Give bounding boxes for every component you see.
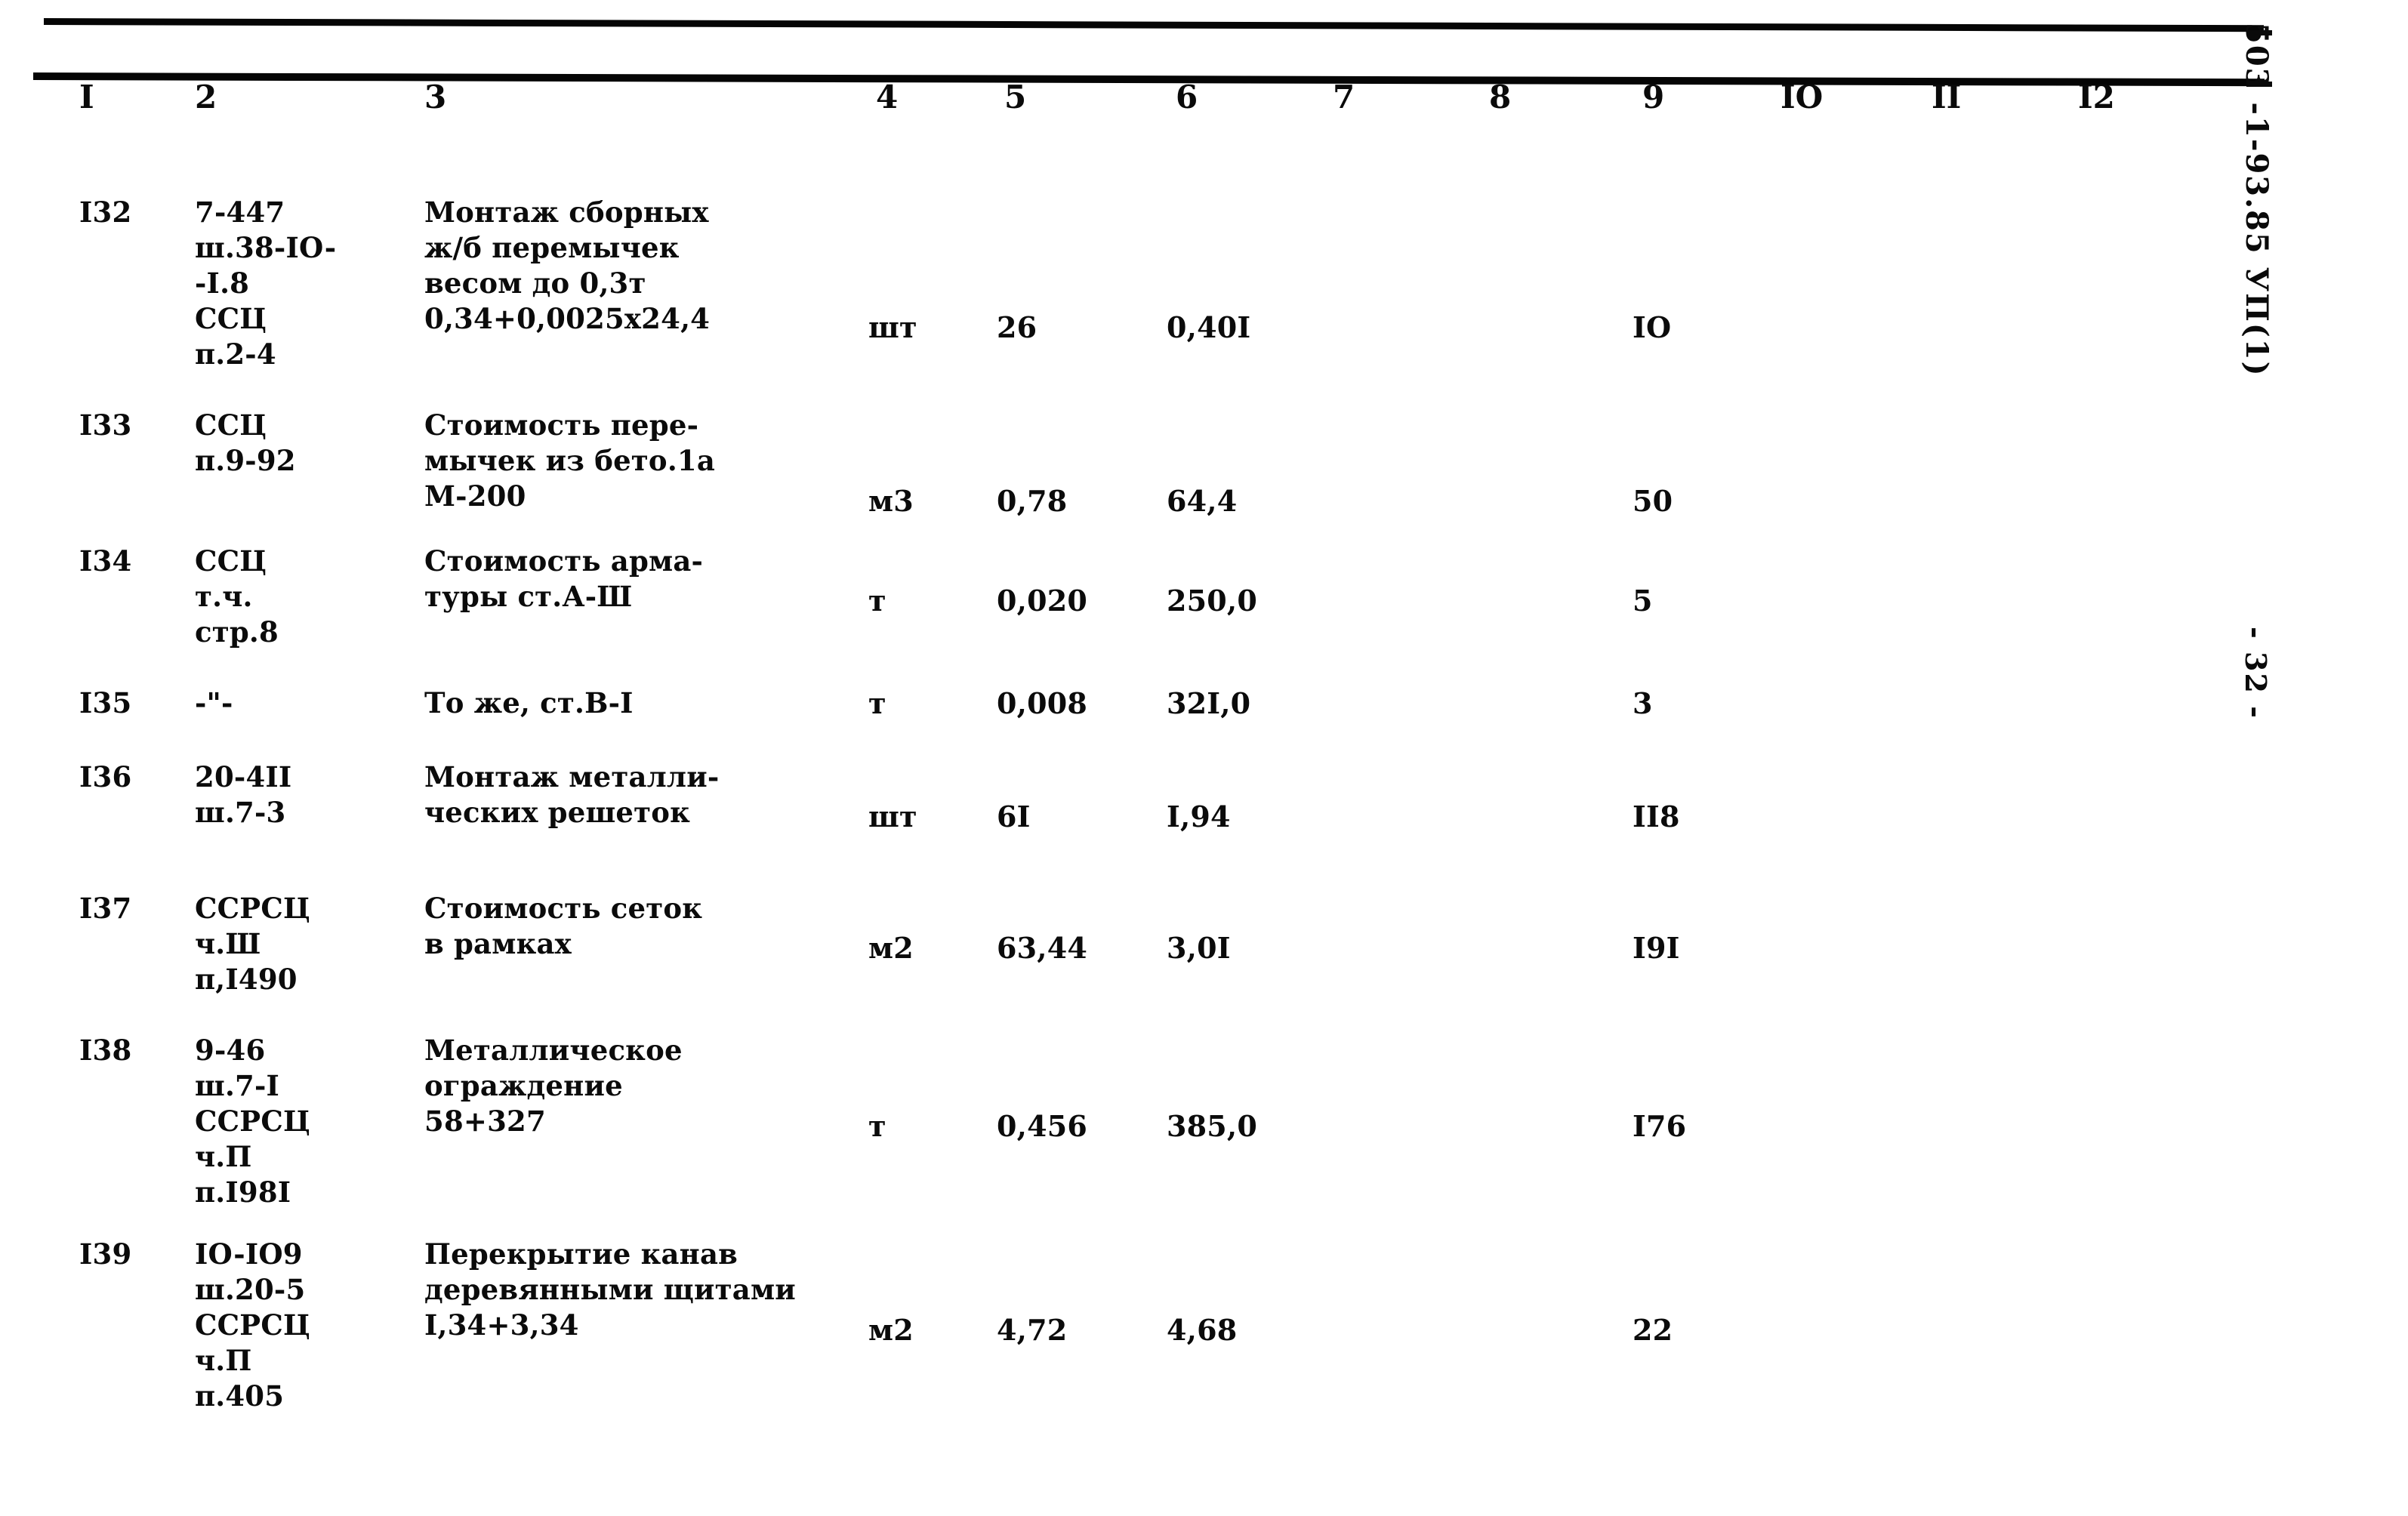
total-cost: 50 — [1633, 484, 1673, 518]
work-description: Монтаж металли- ческих решеток — [424, 760, 720, 829]
quantity: 0,020 — [997, 584, 1087, 618]
row-number: I36 — [79, 760, 132, 793]
unit-price: 250,0 — [1167, 584, 1257, 618]
total-cost: 5 — [1633, 584, 1653, 618]
work-description: Стоимость пере- мычек из бето.1а М-200 — [424, 408, 716, 513]
unit-price: 0,40I — [1167, 310, 1251, 344]
row-number: I39 — [79, 1237, 132, 1271]
row-number: I34 — [79, 544, 132, 578]
norm-code: 20-4II ш.7-3 — [195, 760, 292, 829]
unit-price: 385,0 — [1167, 1109, 1257, 1143]
work-description: То же, ст.В-I — [424, 686, 634, 719]
column-header-8: 8 — [1489, 79, 1512, 116]
work-description: Перекрытие канав деревянными щитами I,34… — [424, 1237, 796, 1342]
column-header-3: 3 — [424, 79, 447, 116]
norm-code: 9-46 ш.7-I ССРСЦ ч.П п.I98I — [195, 1034, 310, 1209]
work-description: Монтаж сборных ж/б перемычек весом до 0,… — [424, 196, 711, 335]
quantity: 0,78 — [997, 484, 1068, 518]
norm-code: ССЦ т.ч. стр.8 — [195, 544, 279, 649]
row-number: I35 — [79, 686, 132, 719]
unit-of-measure: м2 — [868, 1313, 914, 1347]
work-description: Стоимость сеток в рамках — [424, 892, 703, 960]
table-header-rule — [32, 72, 2265, 87]
norm-code: IO-IO9 ш.20-5 ССРСЦ ч.П п.405 — [195, 1237, 310, 1413]
quantity: 6I — [997, 800, 1031, 833]
document-margin-code: 503 -1-93.85 УП(1) — [2239, 23, 2274, 377]
row-number: I37 — [79, 892, 132, 925]
unit-price: 64,4 — [1167, 484, 1238, 518]
unit-price: 32I,0 — [1167, 686, 1251, 720]
unit-of-measure: т — [868, 1109, 886, 1143]
column-header-1: I — [79, 79, 94, 116]
total-cost: IO — [1633, 310, 1672, 344]
total-cost: I9I — [1633, 931, 1680, 965]
norm-code: ССРСЦ ч.Ш п,I490 — [195, 892, 310, 996]
quantity: 63,44 — [997, 931, 1087, 965]
norm-code: 7-447 ш.38-IO- -I.8 ССЦ п.2-4 — [195, 196, 337, 371]
total-cost: 3 — [1633, 686, 1653, 720]
unit-of-measure: шт — [868, 310, 917, 344]
unit-of-measure: т — [868, 584, 886, 618]
column-header-12: I2 — [2078, 79, 2115, 116]
scanned-page: I 2 3 4 5 6 7 8 9 IO II I2 I32 7-447 ш.3… — [0, 0, 2408, 1516]
unit-price: I,94 — [1167, 800, 1231, 833]
unit-of-measure: м2 — [868, 931, 914, 965]
norm-code: ССЦ п.9-92 — [195, 408, 296, 477]
row-number: I38 — [79, 1034, 132, 1067]
work-description: Металлическое ограждение 58+327 — [424, 1034, 683, 1138]
quantity: 0,008 — [997, 686, 1087, 720]
row-number: I32 — [79, 196, 132, 229]
total-cost: I76 — [1633, 1109, 1687, 1143]
column-header-10: IO — [1781, 79, 1824, 116]
work-description: Стоимость арма- туры ст.А-Ш — [424, 544, 704, 613]
column-header-4: 4 — [876, 79, 899, 116]
unit-of-measure: м3 — [868, 484, 914, 518]
column-header-7: 7 — [1333, 79, 1355, 116]
row-number: I33 — [79, 408, 132, 442]
column-header-11: II — [1932, 79, 1962, 116]
page-number-marker: - 32 - — [2239, 627, 2273, 719]
column-header-2: 2 — [195, 79, 217, 116]
table-top-rule — [43, 18, 2264, 32]
total-cost: II8 — [1633, 800, 1680, 833]
total-cost: 22 — [1633, 1313, 1673, 1347]
quantity: 4,72 — [997, 1313, 1068, 1347]
column-header-5: 5 — [1004, 79, 1027, 116]
unit-of-measure: шт — [868, 800, 917, 833]
quantity: 26 — [997, 310, 1038, 344]
column-header-9: 9 — [1642, 79, 1665, 116]
column-header-6: 6 — [1176, 79, 1198, 116]
unit-price: 3,0I — [1167, 931, 1231, 965]
unit-price: 4,68 — [1167, 1313, 1238, 1347]
unit-of-measure: т — [868, 686, 886, 720]
quantity: 0,456 — [997, 1109, 1087, 1143]
norm-code: -"- — [195, 686, 233, 719]
